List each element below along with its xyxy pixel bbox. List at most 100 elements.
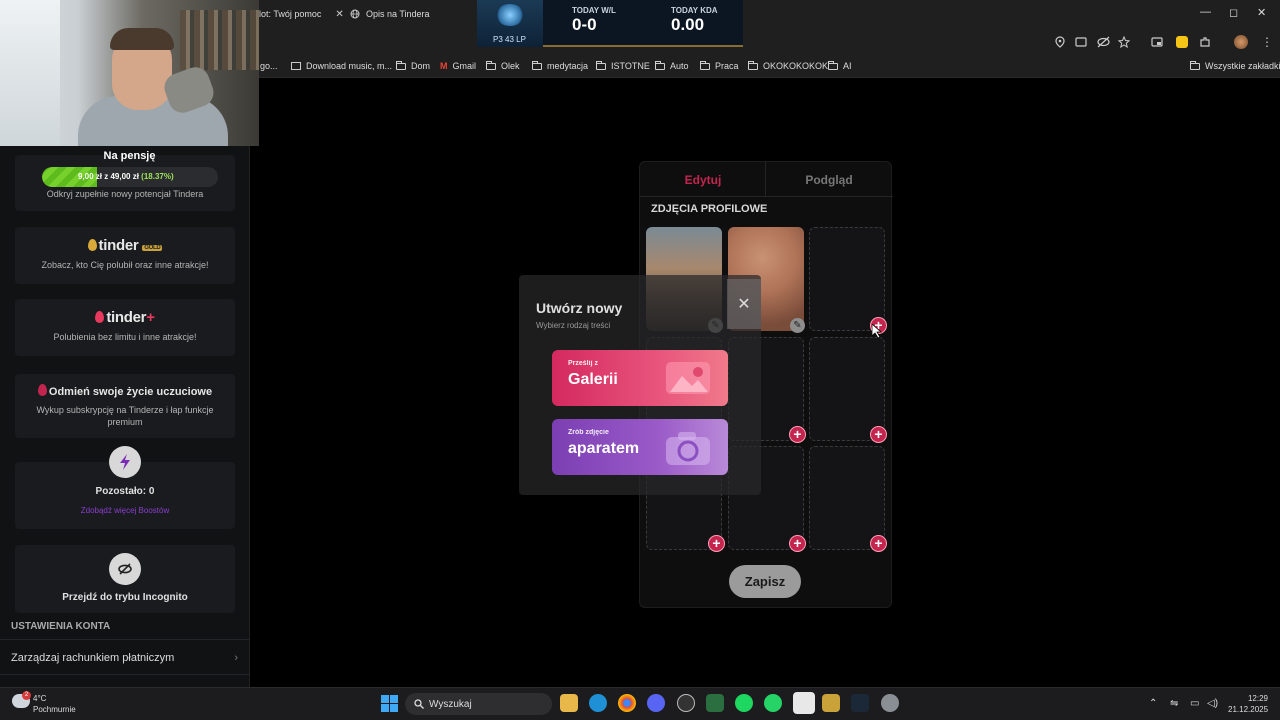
incognito-card[interactable]: Przejdź do trybu Incognito (15, 545, 235, 613)
profile-avatar[interactable] (1234, 35, 1248, 49)
gold-subtitle: Zobacz, kto Cię polubił oraz inne atrakc… (41, 260, 209, 270)
search-placeholder: Wyszukaj (429, 698, 472, 710)
volume-icon[interactable]: ◁) (1207, 698, 1218, 709)
tab-edit[interactable]: Edytuj (640, 162, 766, 197)
eye-off-icon[interactable] (1097, 36, 1110, 48)
add-photo-9-button[interactable]: + (870, 535, 887, 552)
edge-icon[interactable] (589, 694, 607, 712)
add-photo-7-button[interactable]: + (708, 535, 725, 552)
upload-from-gallery-button[interactable]: Prześlij z Galerii (552, 350, 728, 406)
folder-icon (596, 60, 606, 70)
chevron-up-icon[interactable]: ⌃ (1149, 698, 1157, 709)
boost-card: Pozostało: 0 Zdobądź więcej Boostów (15, 446, 235, 529)
subscription-card[interactable]: Odmień swoje życie uczuciowe Wykup subsk… (15, 374, 235, 438)
tab-assistant[interactable]: lot: Twój pomoc ✕ (259, 4, 344, 24)
folder-icon (532, 60, 542, 70)
take-photo-button[interactable]: Zrób zdjęcie aparatem (552, 419, 728, 475)
camera-icon (666, 432, 710, 465)
bookmark-folder[interactable]: ISTOTNE (596, 60, 650, 71)
bookmark-folder[interactable]: Olek (486, 60, 520, 71)
bookmark-folder[interactable]: Praca (700, 60, 739, 71)
tinder-gold-card[interactable]: tinder GOLD Zobacz, kto Cię polubił oraz… (15, 227, 235, 284)
weather-badge: 2 (22, 691, 31, 700)
edit-photo-2-icon[interactable]: ✎ (790, 318, 805, 333)
tab-label: lot: Twój pomoc (259, 9, 322, 19)
star-bookmark-icon[interactable] (1118, 36, 1130, 48)
app-icon[interactable] (677, 694, 695, 712)
chrome-icon[interactable] (618, 694, 636, 712)
weather-widget[interactable]: 4°C Pochmurnie (33, 693, 76, 715)
taskbar-search[interactable]: Wyszukaj (405, 693, 552, 715)
gallery-small-label: Prześlij z (568, 360, 598, 367)
gold-badge: GOLD (142, 245, 163, 251)
tab-preview[interactable]: Podgląd (766, 162, 892, 197)
camera-big-label: aparatem (568, 440, 640, 457)
more-menu-icon[interactable]: ⋮ (1261, 35, 1273, 49)
bookmark-folder[interactable]: AI (828, 60, 852, 71)
spotify-icon[interactable] (735, 694, 753, 712)
bookmark-folder[interactable]: OKOKOKOKOK (748, 60, 828, 71)
close-window-button[interactable]: ✕ (1257, 6, 1266, 19)
bookmark-folder[interactable]: medytacja (532, 60, 588, 71)
add-photo-8-button[interactable]: + (789, 535, 806, 552)
network-icon[interactable]: ⇋ (1170, 698, 1178, 709)
goal-amount: 9,00 zł z 49,00 zł (78, 172, 139, 181)
page-icon (291, 62, 301, 70)
display-icon[interactable]: ▭ (1190, 698, 1199, 709)
close-icon[interactable]: ✕ (727, 279, 761, 329)
goal-percent: (18.37%) (141, 172, 174, 181)
bookmark-folder[interactable]: Auto (655, 60, 689, 71)
bookmark-item[interactable]: Download music, m... (291, 61, 392, 71)
settings-gear-icon[interactable] (881, 694, 899, 712)
goal-title: Na pensję (103, 150, 156, 162)
folder-icon (396, 60, 406, 70)
windows-taskbar (0, 687, 1280, 720)
whatsapp-icon[interactable] (764, 694, 782, 712)
bookmark-item[interactable]: M Gmail (440, 61, 476, 71)
goal-progress-bar: 9,00 zł z 49,00 zł (18.37%) (42, 167, 218, 187)
all-bookmarks[interactable]: Wszystkie zakładki (1190, 60, 1280, 71)
tinder-plus-card[interactable]: tinder+ Polubienia bez limitu i inne atr… (15, 299, 235, 356)
active-app-icon[interactable] (793, 692, 815, 714)
add-photo-5-button[interactable]: + (789, 426, 806, 443)
save-button[interactable]: Zapisz (729, 565, 801, 598)
get-more-boosts-link[interactable]: Zdobądź więcej Boostów (15, 506, 235, 515)
folder-icon (828, 60, 838, 70)
temperature: 4°C (33, 694, 47, 703)
file-explorer-icon[interactable] (560, 694, 578, 712)
extension-icon[interactable] (1176, 36, 1188, 48)
platinum-subtitle: Odkryj zupełnie nowy potencjał Tindera (46, 189, 204, 199)
flame-icon (37, 384, 47, 396)
wl-value: 0-0 (572, 15, 597, 34)
manage-payment-label: Zarządzaj rachunkiem płatniczym (11, 652, 175, 664)
picture-in-picture-icon[interactable] (1151, 36, 1163, 48)
lol-client-icon[interactable] (822, 694, 840, 712)
minimize-button[interactable]: — (1200, 6, 1211, 18)
location-icon[interactable] (1054, 36, 1066, 48)
boost-remaining: Pozostało: 0 (95, 486, 155, 497)
notepad-icon[interactable] (706, 694, 724, 712)
account-settings-heading: USTAWIENIA KONTA (11, 621, 111, 632)
folder-icon (655, 60, 665, 70)
manage-payment-account[interactable]: Zarządzaj rachunkiem płatniczym › (0, 639, 250, 675)
steam-icon[interactable] (851, 694, 869, 712)
maximize-button[interactable]: ◻ (1229, 6, 1238, 19)
cast-icon[interactable] (1075, 36, 1087, 48)
search-icon (414, 699, 424, 709)
flame-icon (87, 239, 97, 251)
add-photo-6-button[interactable]: + (870, 426, 887, 443)
camera-small-label: Zrób zdjęcie (568, 429, 609, 436)
system-clock[interactable]: 12:29 21.12.2025 (1228, 693, 1268, 715)
photo-slot-3[interactable] (809, 227, 885, 331)
puzzle-extensions-icon[interactable] (1199, 36, 1211, 48)
webcam-feed (0, 0, 259, 146)
folder-icon (748, 60, 758, 70)
tab-tinder-bio[interactable]: Opis na Tindera (350, 4, 430, 24)
tab-close-icon[interactable]: ✕ (335, 9, 343, 20)
boost-bolt-icon (109, 446, 141, 478)
bookmark-item[interactable]: go... (260, 61, 278, 71)
bookmark-folder[interactable]: Dom (396, 60, 430, 71)
windows-start-icon[interactable] (381, 695, 398, 712)
discord-icon[interactable] (647, 694, 665, 712)
globe-icon (350, 9, 360, 19)
